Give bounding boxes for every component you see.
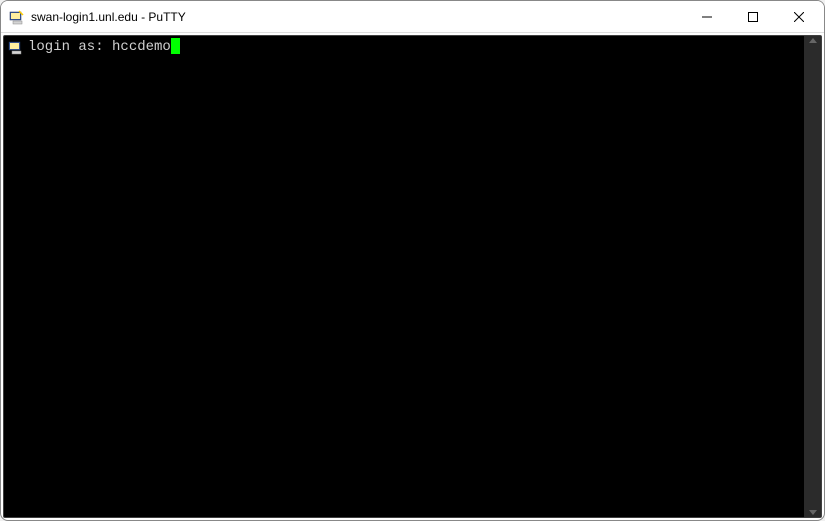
terminal-cursor (171, 38, 180, 54)
user-input: hccdemo (112, 38, 171, 56)
security-icon (8, 39, 24, 55)
window-title: swan-login1.unl.edu - PuTTY (31, 10, 684, 24)
prompt-line: login as: hccdemo (28, 38, 180, 56)
putty-window: swan-login1.unl.edu - PuTTY l (0, 0, 825, 521)
window-controls (684, 1, 822, 32)
login-prompt: login as: (28, 38, 112, 56)
vertical-scrollbar[interactable] (804, 36, 821, 517)
terminal-area: login as: hccdemo (3, 35, 822, 518)
close-button[interactable] (776, 2, 822, 32)
titlebar[interactable]: swan-login1.unl.edu - PuTTY (1, 1, 824, 33)
terminal-content[interactable]: login as: hccdemo (4, 36, 804, 517)
maximize-button[interactable] (730, 2, 776, 32)
scroll-up-icon[interactable] (809, 38, 817, 43)
putty-icon (9, 9, 25, 25)
scroll-down-icon[interactable] (809, 510, 817, 515)
minimize-button[interactable] (684, 2, 730, 32)
